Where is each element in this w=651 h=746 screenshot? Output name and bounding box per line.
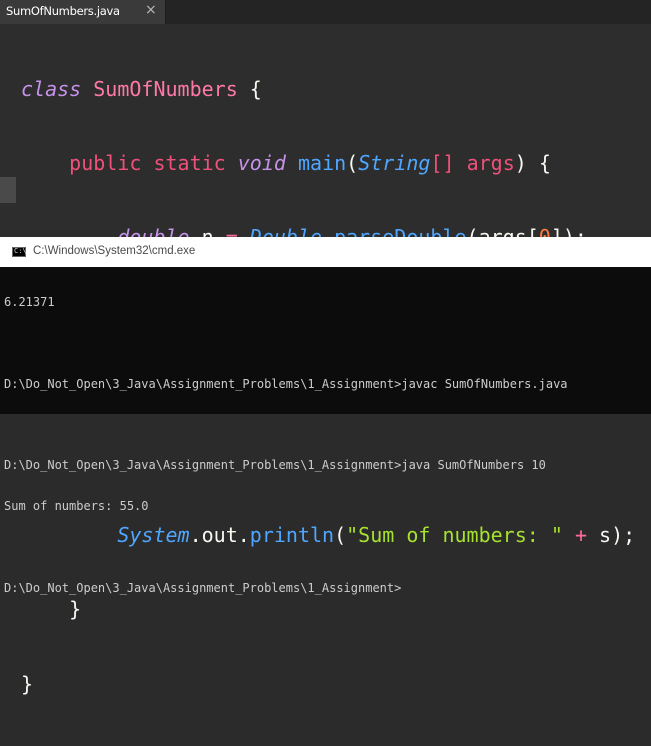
- current-line-gutter-marker: [0, 177, 16, 203]
- terminal-line: D:\Do_Not_Open\3_Java\Assignment_Problem…: [4, 376, 568, 391]
- keyword-public: public: [69, 150, 142, 175]
- tab-label: SumOfNumbers.java: [6, 4, 120, 18]
- brace: {: [237, 76, 262, 101]
- window-title: C:\Windows\System32\cmd.exe: [33, 245, 196, 257]
- keyword-class: class: [21, 76, 82, 101]
- terminal-output[interactable]: 6.21371 D:\Do_Not_Open\3_Java\Assignment…: [4, 269, 568, 622]
- window-titlebar[interactable]: C:\ C:\Windows\System32\cmd.exe: [0, 237, 651, 267]
- keyword-static: static: [153, 150, 226, 175]
- array-brackets: []: [430, 150, 455, 175]
- paren-brace: ) {: [514, 150, 551, 175]
- tab-sumofnumbers-java[interactable]: SumOfNumbers.java ×: [0, 0, 166, 24]
- code-line-2: public static void main(String[] args) {: [21, 151, 635, 176]
- param-args: args: [466, 150, 515, 175]
- close-icon[interactable]: ×: [145, 2, 157, 18]
- terminal-line: 6.21371: [4, 295, 55, 310]
- code-line-1: class SumOfNumbers {: [21, 77, 635, 102]
- expr-rest: s);: [586, 522, 636, 547]
- terminal-line: Sum of numbers: 55.0: [4, 499, 149, 514]
- cmd-icon: C:\: [12, 247, 27, 257]
- operator-plus: +: [574, 522, 587, 547]
- tab-bar: SumOfNumbers.java ×: [0, 0, 651, 24]
- terminal-line: D:\Do_Not_Open\3_Java\Assignment_Problem…: [4, 580, 402, 595]
- paren: (: [346, 150, 359, 175]
- brace: }: [21, 671, 34, 696]
- type-string: String: [358, 150, 431, 175]
- class-name: SumOfNumbers: [93, 76, 238, 101]
- method-main: main: [297, 150, 347, 175]
- terminal-line: D:\Do_Not_Open\3_Java\Assignment_Problem…: [4, 458, 546, 473]
- keyword-void: void: [237, 150, 286, 175]
- cmd-window[interactable]: C:\ C:\Windows\System32\cmd.exe 6.21371 …: [0, 237, 651, 594]
- code-line-9: }: [21, 672, 635, 697]
